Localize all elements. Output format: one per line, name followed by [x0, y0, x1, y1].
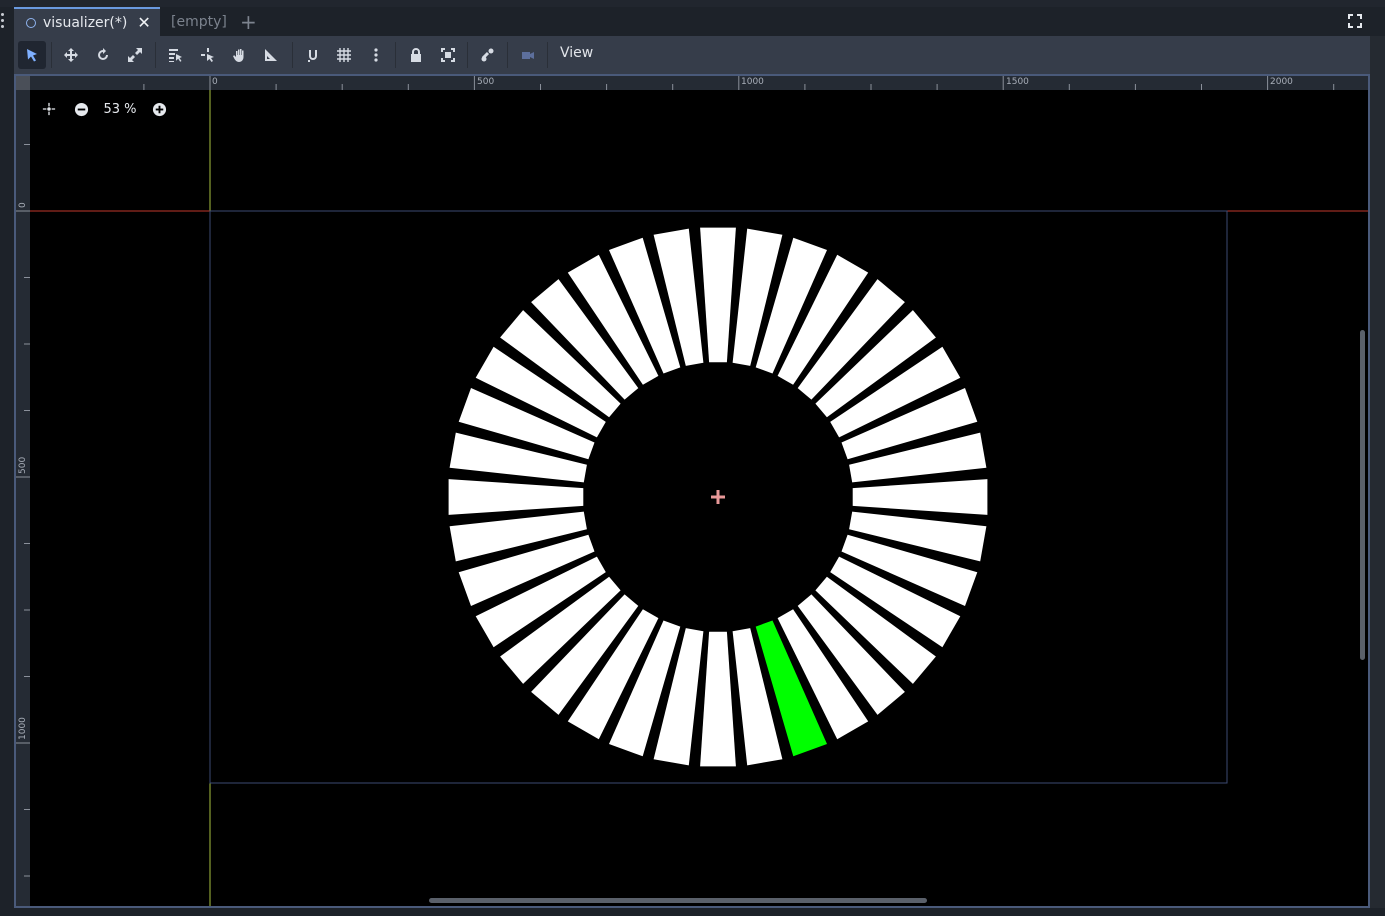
toolbar-divider: [51, 42, 52, 68]
visualizer-bar: [700, 631, 736, 767]
scene-canvas[interactable]: [16, 76, 1368, 906]
tab-label: [empty]: [171, 13, 227, 30]
center-view-icon[interactable]: [40, 100, 58, 118]
smart-snap-icon[interactable]: [299, 41, 327, 69]
ruler-corner: [16, 76, 30, 90]
bottom-panel-edge: [0, 908, 1385, 916]
scene-tab-bar: visualizer(*) ✕ [empty] +: [0, 0, 1385, 36]
toolbar-divider: [155, 42, 156, 68]
distraction-free-icon[interactable]: [1347, 13, 1363, 29]
zoom-controls: 53 %: [40, 100, 168, 118]
close-icon[interactable]: ✕: [137, 13, 150, 32]
camera-icon[interactable]: [514, 41, 542, 69]
visualizer-bar: [852, 479, 988, 515]
zoom-out-icon[interactable]: [72, 100, 90, 118]
tab-visualizer[interactable]: visualizer(*) ✕: [14, 7, 160, 36]
visualizer-bar: [700, 227, 736, 363]
pivot-marker-v: [716, 490, 720, 504]
canvas-viewport[interactable]: 0 500 1000 1500 2000 0 500 1000 53 %: [14, 74, 1370, 908]
bone-icon[interactable]: [474, 41, 502, 69]
vertical-ruler[interactable]: [16, 76, 30, 906]
vertical-scrollbar[interactable]: [1360, 90, 1366, 898]
zoom-level-button[interactable]: 53 %: [90, 102, 150, 117]
view-menu-button[interactable]: View: [560, 45, 593, 61]
pivot-mode-icon[interactable]: [194, 41, 222, 69]
scene-circle-icon: [26, 17, 36, 28]
ruler-label: 0: [18, 202, 28, 208]
group-icon[interactable]: [434, 41, 462, 69]
grid-snap-icon[interactable]: [330, 41, 358, 69]
lock-icon[interactable]: [402, 41, 430, 69]
toolbar-divider: [507, 42, 508, 68]
scrollbar-thumb[interactable]: [1360, 330, 1365, 660]
move-mode-icon[interactable]: [57, 41, 85, 69]
toolbar-divider: [467, 42, 468, 68]
rotate-mode-icon[interactable]: [89, 41, 117, 69]
more-options-icon[interactable]: [362, 41, 390, 69]
ruler-label: 1500: [1006, 77, 1029, 87]
ruler-label: 1000: [18, 717, 28, 740]
toolbar-divider: [547, 42, 548, 68]
toolbar-divider: [292, 42, 293, 68]
ruler-mode-icon[interactable]: [257, 41, 285, 69]
ruler-label: 2000: [1270, 77, 1293, 87]
visualizer-bar: [448, 479, 584, 515]
list-select-icon[interactable]: [161, 41, 189, 69]
tab-label: visualizer(*): [43, 14, 128, 31]
horizontal-scrollbar[interactable]: [30, 898, 1350, 904]
drag-handle-icon[interactable]: [1, 13, 5, 31]
left-dock-strip: [0, 36, 14, 908]
select-mode-icon[interactable]: [18, 41, 46, 69]
toolbar-divider: [395, 42, 396, 68]
scrollbar-thumb[interactable]: [429, 898, 927, 903]
pan-mode-icon[interactable]: [226, 41, 254, 69]
tabbar-top-strip: [0, 0, 1385, 7]
ruler-label: 500: [477, 77, 495, 87]
canvas-toolbar: View: [14, 36, 1370, 74]
add-tab-icon[interactable]: +: [240, 10, 257, 34]
zoom-in-icon[interactable]: [150, 100, 168, 118]
horizontal-ruler[interactable]: [16, 76, 1368, 90]
scale-mode-icon[interactable]: [121, 41, 149, 69]
ruler-label: 0: [212, 77, 218, 87]
ruler-label: 500: [18, 456, 28, 474]
ruler-label: 1000: [741, 77, 764, 87]
right-dock-strip: [1370, 36, 1385, 916]
tab-empty[interactable]: [empty]: [160, 7, 235, 36]
